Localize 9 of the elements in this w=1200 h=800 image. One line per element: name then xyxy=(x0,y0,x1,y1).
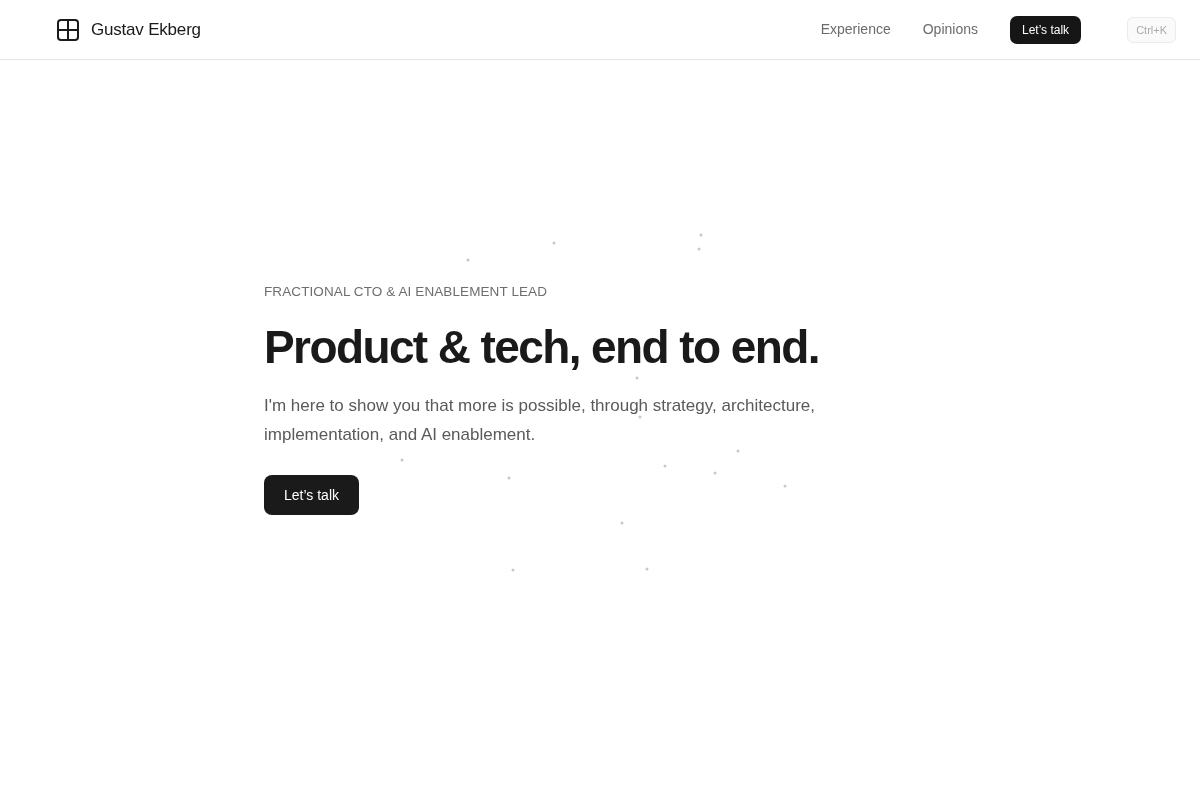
logo-grid-icon xyxy=(57,18,79,41)
nav-link[interactable]: Opinions xyxy=(922,19,978,40)
hero-heading: Product & tech, end to end. xyxy=(264,320,820,376)
lets-talk-button[interactable]: Let’s talk xyxy=(1010,15,1082,44)
hero-description: I'm here to show you that more is possible, through strategy, architecture, implementation, and AI enablement. xyxy=(264,395,816,447)
eyebrow-text: FRACTIONAL CTO & AI ENABLEMENT LEAD xyxy=(264,283,549,301)
lets-talk-button[interactable]: Let’s talk xyxy=(264,475,359,516)
brand-name: Gustav Ekberg xyxy=(91,18,201,41)
nav-link[interactable]: Experience xyxy=(820,19,891,40)
